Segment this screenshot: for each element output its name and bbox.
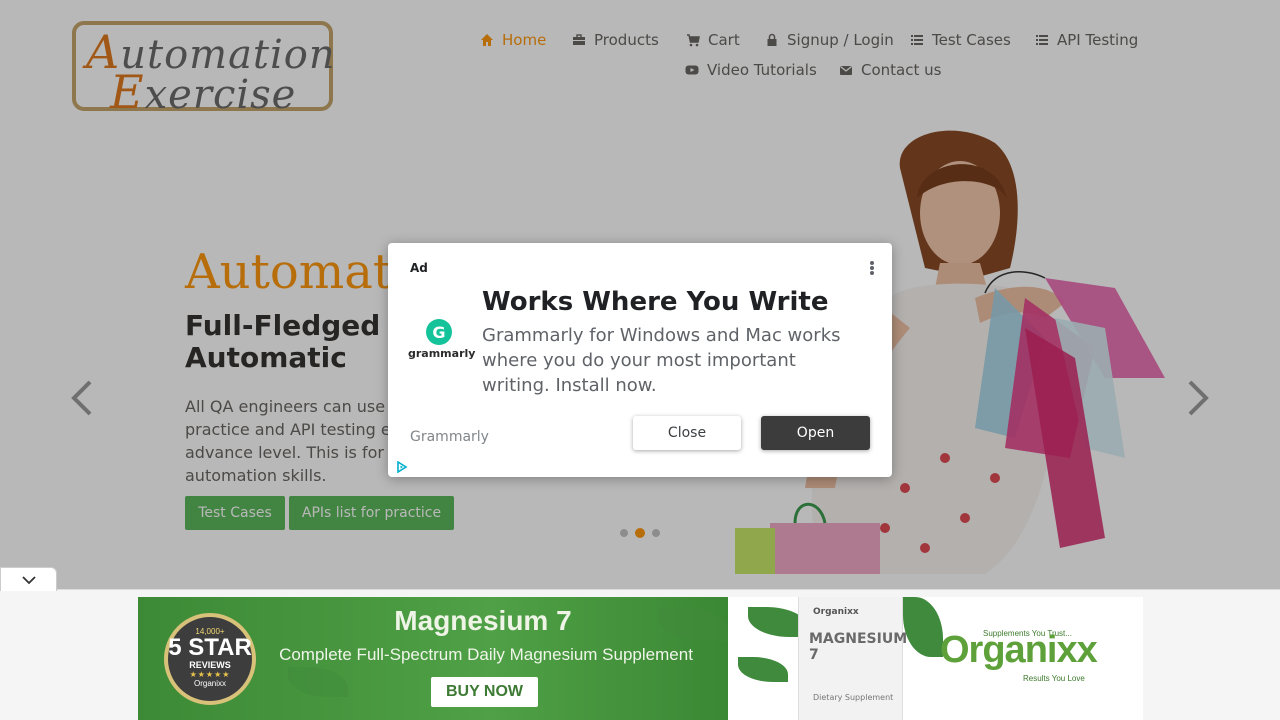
grammarly-logo[interactable]: G grammarly [408,319,476,360]
grammarly-logo-text: grammarly [408,347,476,360]
five-star-badge: 14,000+ 5 STAR REVIEWS ★★★★★ Organixx [164,613,256,705]
ad-body: Grammarly for Windows and Mac works wher… [482,325,841,396]
organixx-logo: Organixx [940,629,1098,671]
banner-subtitle: Complete Full-Spectrum Daily Magnesium S… [279,645,693,664]
buy-now-button[interactable]: BUY NOW [431,677,538,707]
magnesium-banner-ad[interactable]: 14,000+ 5 STAR REVIEWS ★★★★★ Organixx Ma… [138,597,1143,720]
anchor-collapse-toggle[interactable] [0,567,57,591]
magnesium-bottle: Organixx MAGNESIUM 7 Dietary Supplement [798,597,907,720]
ad-headline[interactable]: Works Where You Write [482,287,828,317]
grammarly-g-icon: G [426,319,452,345]
interstitial-ad: Ad G grammarly Works Where You Write Gra… [388,243,892,477]
banner-right-panel: Organixx MAGNESIUM 7 Dietary Supplement … [728,597,1143,720]
ad-advertiser: Grammarly [410,429,489,445]
organixx-tagline: Results You Love [1023,674,1085,683]
ad-close-button[interactable]: Close [633,416,741,450]
chevron-down-icon [21,575,36,584]
adchoices-icon[interactable] [396,461,408,473]
ad-options-icon[interactable] [866,259,878,277]
banner-title: Magnesium 7 [394,605,572,636]
ad-open-button[interactable]: Open [761,416,870,450]
banner-left-panel: 14,000+ 5 STAR REVIEWS ★★★★★ Organixx Ma… [138,597,728,720]
ad-label: Ad [410,261,428,275]
